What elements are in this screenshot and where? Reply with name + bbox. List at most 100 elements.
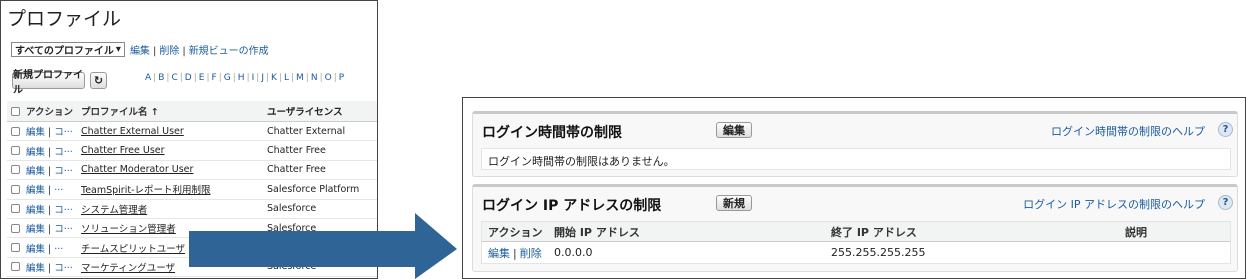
table-row: 編集 | 削除 0.0.0.0 255.255.255.255 <box>482 242 1230 263</box>
login-ip-help-link[interactable]: ログイン IP アドレスの制限のヘルプ <box>1023 196 1205 212</box>
edit-link[interactable]: 編集 <box>26 224 45 235</box>
ip-table: アクション 開始 IP アドレス 終了 IP アドレス 説明 編集 | 削除 0.0.… <box>481 221 1231 264</box>
table-row: 編集 | コ··· Chatter Moderator User Chatter F… <box>7 161 377 181</box>
alphabet-separator: | <box>290 73 295 83</box>
start-ip-value: 0.0.0.0 <box>554 246 593 259</box>
end-ip-header: 終了 IP アドレス <box>831 225 917 239</box>
more-actions-link[interactable]: コ··· <box>54 205 73 216</box>
new-view-link[interactable]: 新規ビューの作成 <box>189 46 269 57</box>
alphabet-separator: | <box>256 73 260 83</box>
more-actions-link[interactable]: ··· <box>54 185 63 196</box>
more-actions-link[interactable]: コ··· <box>54 166 73 177</box>
alphabet-separator: | <box>166 73 170 83</box>
alphabet-letter[interactable]: M <box>296 73 304 83</box>
edit-link[interactable]: 編集 <box>488 247 510 260</box>
page-title: プロファイル <box>7 8 122 30</box>
view-links: 編集 | 削除 | 新規ビューの作成 <box>129 46 269 57</box>
row-checkbox[interactable] <box>11 223 20 233</box>
view-select[interactable]: すべてのプロファイル ▾ <box>11 42 125 57</box>
alphabet-letter[interactable]: L <box>284 73 289 83</box>
new-profile-button[interactable]: 新規プロファイル <box>12 70 85 96</box>
edit-link[interactable]: 編集 <box>26 244 45 255</box>
alphabet-letter[interactable]: C <box>171 73 177 83</box>
start-ip-header: 開始 IP アドレス <box>554 225 640 239</box>
more-actions-link[interactable]: コ··· <box>54 263 73 274</box>
row-checkbox[interactable] <box>11 165 20 175</box>
row-actions: 編集 | ··· <box>26 243 64 255</box>
row-checkbox[interactable] <box>11 146 20 156</box>
view-select-label: すべてのプロファイル <box>15 46 114 57</box>
user-license: Chatter Free <box>267 145 326 157</box>
alphabet-letter[interactable]: N <box>311 73 318 83</box>
name-column-header[interactable]: プロファイル名 ↑ <box>81 104 267 118</box>
alphabet-letter[interactable]: H <box>238 73 245 83</box>
more-actions-link[interactable]: コ··· <box>54 224 73 235</box>
alphabet-letter[interactable]: I <box>252 73 255 83</box>
more-actions-link[interactable]: コ··· <box>54 147 73 158</box>
end-ip-value: 255.255.255.255 <box>831 246 926 259</box>
alphabet-separator: | <box>179 73 183 83</box>
row-checkbox[interactable] <box>11 204 20 214</box>
row-actions: 編集 | コ··· <box>26 204 73 216</box>
alphabet-letter[interactable]: O <box>325 73 332 83</box>
alphabet-letter[interactable]: A <box>145 73 151 83</box>
refresh-icon[interactable]: ↻ <box>90 72 107 89</box>
edit-link[interactable]: 編集 <box>26 205 45 216</box>
alphabet-separator: | <box>153 73 157 83</box>
row-checkbox[interactable] <box>11 126 20 136</box>
restrictions-panel: ログイン時間帯の制限 編集 ログイン時間帯の制限のヘルプ ? ログイン時間帯の制… <box>462 97 1246 279</box>
row-actions: 編集 | コ··· <box>26 224 73 236</box>
alphabet-letter[interactable]: P <box>339 73 344 83</box>
login-ip-section: ログイン IP アドレスの制限 新規 ログイン IP アドレスの制限のヘルプ ?… <box>472 184 1238 272</box>
help-icon[interactable]: ? <box>1218 122 1233 137</box>
edit-link[interactable]: 編集 <box>26 166 45 177</box>
table-row: 編集 | ··· TeamSpirit-レポート利用制限 Salesforce Pl… <box>7 180 377 200</box>
edit-link[interactable]: 編集 <box>26 185 45 196</box>
alphabet-letter[interactable]: G <box>224 73 231 83</box>
delete-link[interactable]: 削除 <box>520 247 542 260</box>
profile-name-link[interactable]: TeamSpirit-レポート利用制限 <box>81 182 267 196</box>
alphabet-separator: | <box>305 73 309 83</box>
alphabet-letter[interactable]: B <box>158 73 164 83</box>
profile-name-link[interactable]: Chatter Moderator User <box>81 164 267 175</box>
help-icon[interactable]: ? <box>1218 195 1233 210</box>
login-hours-edit-button[interactable]: 編集 <box>716 122 752 138</box>
more-actions-link[interactable]: ··· <box>54 244 63 255</box>
ip-row-actions: 編集 | 削除 <box>488 246 542 260</box>
ip-table-header: アクション 開始 IP アドレス 終了 IP アドレス 説明 <box>482 222 1230 242</box>
edit-link[interactable]: 編集 <box>26 127 45 138</box>
user-license: Chatter Free <box>267 164 326 176</box>
alphabet-separator: | <box>193 73 197 83</box>
alphabet-letter[interactable]: D <box>185 73 192 83</box>
edit-link[interactable]: 編集 <box>26 147 45 158</box>
edit-view-link[interactable]: 編集 <box>130 46 150 57</box>
alphabet-separator: | <box>232 73 236 83</box>
row-checkbox[interactable] <box>11 262 20 272</box>
alphabet-separator: | <box>278 73 282 83</box>
arrow-icon <box>189 213 457 279</box>
license-column-header[interactable]: ユーザライセンス <box>267 104 377 118</box>
profile-name-link[interactable]: Chatter External User <box>81 126 267 137</box>
more-actions-link[interactable]: コ··· <box>54 127 73 138</box>
table-row: 編集 | コ··· Chatter Free User Chatter Free <box>7 141 377 161</box>
row-checkbox[interactable] <box>11 243 20 253</box>
user-license: Salesforce Platform <box>267 183 360 195</box>
profile-name-link[interactable]: Chatter Free User <box>81 145 267 156</box>
alphabet-letter[interactable]: K <box>271 73 277 83</box>
select-all-checkbox[interactable] <box>11 106 20 116</box>
alphabet-letter[interactable]: E <box>199 73 205 83</box>
alphabet-separator: | <box>218 73 222 83</box>
view-bar: すべてのプロファイル ▾ 編集 | 削除 | 新規ビューの作成 <box>11 42 269 57</box>
row-checkbox[interactable] <box>11 184 20 194</box>
alphabet-letter[interactable]: F <box>212 73 217 83</box>
row-actions: 編集 | コ··· <box>26 262 73 274</box>
alphabet-letter[interactable]: J <box>261 73 264 83</box>
alphabet-separator: | <box>319 73 323 83</box>
login-hours-help-link[interactable]: ログイン時間帯の制限のヘルプ <box>1051 123 1205 139</box>
edit-link[interactable]: 編集 <box>26 263 45 274</box>
ip-table-body: 編集 | 削除 0.0.0.0 255.255.255.255 <box>482 242 1230 263</box>
action-column-header: アクション <box>26 107 74 118</box>
ip-action-header: アクション <box>488 225 543 239</box>
delete-view-link[interactable]: 削除 <box>159 46 179 57</box>
login-ip-new-button[interactable]: 新規 <box>716 195 752 211</box>
